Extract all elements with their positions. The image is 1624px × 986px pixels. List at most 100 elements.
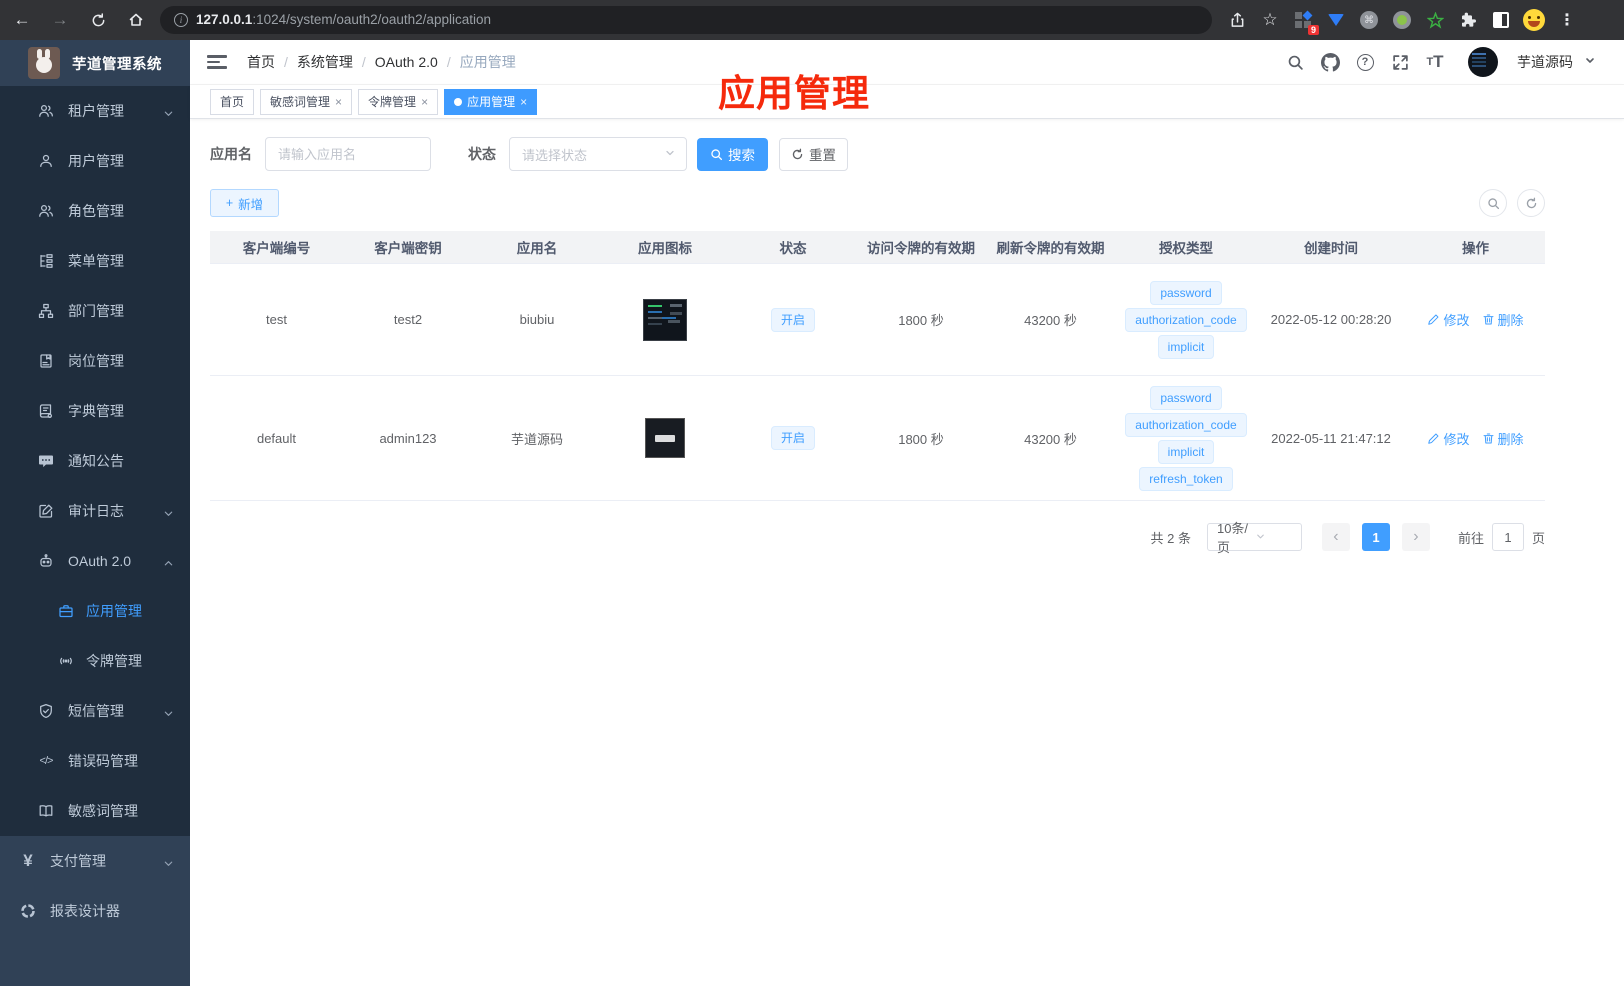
- reset-button[interactable]: 重置: [779, 137, 848, 171]
- font-size-icon[interactable]: TT: [1423, 50, 1447, 74]
- cell-grant-types: password authorization_code implicit ref…: [1116, 385, 1256, 491]
- table-header-row: 客户端编号 客户端密钥 应用名 应用图标 状态 访问令牌的有效期 刷新令牌的有效…: [210, 231, 1545, 264]
- sidebar-item-pay[interactable]: ¥ 支付管理: [0, 836, 190, 886]
- sidebar-item-notice[interactable]: 通知公告: [0, 436, 190, 486]
- breadcrumb-home[interactable]: 首页: [247, 52, 275, 72]
- sidebar-item-menu[interactable]: 菜单管理: [0, 236, 190, 286]
- sidebar-item-dict[interactable]: 字典管理: [0, 386, 190, 436]
- sidebar-item-role[interactable]: 角色管理: [0, 186, 190, 236]
- sidebar-item-label: 用户管理: [68, 153, 124, 169]
- sidebar-item-user[interactable]: 用户管理: [0, 136, 190, 186]
- address-bar[interactable]: i 127.0.0.1:1024/system/oauth2/oauth2/ap…: [160, 6, 1212, 34]
- extension-with-badge-icon[interactable]: 9: [1290, 7, 1319, 35]
- chevron-down-icon: [1255, 530, 1294, 545]
- sidebar-item-oauth2-application[interactable]: 应用管理: [0, 586, 190, 636]
- green-star-extension-icon[interactable]: [1422, 7, 1448, 33]
- search-icon[interactable]: [1283, 50, 1307, 74]
- add-button[interactable]: + 新增: [210, 189, 279, 217]
- breadcrumb: 首页 / 系统管理 / OAuth 2.0/ 应用管理: [247, 52, 516, 72]
- sidebar-item-report-designer[interactable]: 报表设计器: [0, 886, 190, 936]
- delete-button[interactable]: 删除: [1482, 310, 1524, 329]
- collapse-sidebar-icon[interactable]: [207, 55, 227, 69]
- book-icon: [38, 403, 54, 419]
- extensions-puzzle-icon[interactable]: [1455, 7, 1481, 33]
- sidebar-item-label: 审计日志: [68, 503, 124, 519]
- badge-icon: [38, 353, 54, 369]
- browser-reload-button[interactable]: [84, 6, 112, 34]
- signal-icon: [58, 653, 74, 669]
- help-icon[interactable]: ?: [1353, 50, 1377, 74]
- sidebar-item-oauth2[interactable]: OAuth 2.0: [0, 536, 190, 586]
- cell-app-icon: [601, 418, 729, 458]
- user-avatar[interactable]: [1468, 47, 1498, 77]
- cell-refresh-ttl: 43200 秒: [1024, 313, 1077, 328]
- sidebar-item-label: OAuth 2.0: [68, 553, 132, 569]
- table-row: default admin123 芋道源码 开启 1800 秒 43200 秒 …: [210, 376, 1545, 501]
- status-badge: 开启: [770, 426, 815, 450]
- tab-sensitive-word[interactable]: 敏感词管理 ×: [260, 88, 353, 115]
- table-toolbar: + 新增: [210, 189, 1545, 217]
- open-book-icon: [38, 803, 54, 819]
- browser-home-button[interactable]: [122, 6, 150, 34]
- grant-tag: password: [1150, 280, 1222, 305]
- sidebar-item-sms[interactable]: 短信管理: [0, 686, 190, 736]
- site-info-icon[interactable]: i: [174, 13, 188, 27]
- page-size-select[interactable]: 10条/页: [1206, 521, 1302, 555]
- breadcrumb-oauth[interactable]: OAuth 2.0: [375, 54, 438, 70]
- app-name-input[interactable]: [265, 137, 431, 171]
- close-icon[interactable]: ×: [520, 95, 527, 109]
- applications-table: 客户端编号 客户端密钥 应用名 应用图标 状态 访问令牌的有效期 刷新令牌的有效…: [210, 231, 1545, 501]
- cell-app-name: biubiu: [519, 312, 555, 327]
- prev-page-button[interactable]: ‹: [1321, 523, 1350, 551]
- bookmark-star-icon[interactable]: ☆: [1257, 7, 1283, 33]
- recorder-extension-icon[interactable]: [1389, 7, 1415, 33]
- sidebar-item-label: 支付管理: [50, 853, 106, 869]
- chevron-down-icon: [163, 706, 174, 722]
- user-name[interactable]: 芋道源码: [1517, 52, 1573, 72]
- command-extension-icon[interactable]: ⌘: [1356, 7, 1382, 33]
- next-page-button[interactable]: ›: [1401, 523, 1430, 551]
- refresh-icon[interactable]: [1517, 189, 1545, 217]
- message-icon: [38, 453, 54, 469]
- profile-avatar-icon[interactable]: [1521, 7, 1547, 33]
- tree-list-icon: [38, 253, 54, 269]
- search-button[interactable]: 搜索: [697, 137, 768, 171]
- sidebar-item-sensitive-word[interactable]: 敏感词管理: [0, 786, 190, 836]
- gem-extension-icon[interactable]: [1323, 7, 1349, 33]
- col-app-name: 应用名: [516, 241, 558, 256]
- sidebar-item-tenant[interactable]: 租户管理: [0, 86, 190, 136]
- split-view-icon[interactable]: [1488, 7, 1514, 33]
- grant-tag: implicit: [1157, 334, 1215, 359]
- sidebar-item-post[interactable]: 岗位管理: [0, 336, 190, 386]
- chevron-down-icon: [163, 106, 174, 122]
- share-icon[interactable]: [1224, 7, 1250, 33]
- status-select[interactable]: 请选择状态: [509, 137, 687, 171]
- tab-token[interactable]: 令牌管理 ×: [358, 88, 439, 115]
- cell-client-id: default: [256, 430, 297, 446]
- caret-down-icon[interactable]: [1584, 53, 1596, 71]
- goto-page-input[interactable]: [1491, 523, 1524, 551]
- status-label: 状态: [468, 146, 496, 162]
- sidebar-item-oauth2-token[interactable]: 令牌管理: [0, 636, 190, 686]
- github-icon[interactable]: [1318, 50, 1342, 74]
- col-created: 创建时间: [1304, 241, 1358, 256]
- page-1-button[interactable]: 1: [1361, 523, 1390, 551]
- close-icon[interactable]: ×: [421, 95, 428, 109]
- breadcrumb-system[interactable]: 系统管理: [297, 52, 353, 72]
- browser-forward-button[interactable]: →: [46, 6, 74, 34]
- browser-menu-icon[interactable]: ⋮: [1554, 7, 1580, 33]
- sidebar-item-dept[interactable]: 部门管理: [0, 286, 190, 336]
- close-icon[interactable]: ×: [335, 95, 342, 109]
- fullscreen-icon[interactable]: [1388, 50, 1412, 74]
- sidebar-item-audit-log[interactable]: 审计日志: [0, 486, 190, 536]
- app-logo[interactable]: 芋道管理系统: [0, 40, 190, 86]
- delete-button[interactable]: 删除: [1482, 429, 1524, 448]
- edit-button[interactable]: 修改: [1427, 310, 1470, 329]
- tab-application[interactable]: 应用管理 ×: [444, 88, 538, 115]
- browser-back-button[interactable]: ←: [8, 6, 36, 34]
- tab-home[interactable]: 首页: [210, 88, 255, 115]
- edit-button[interactable]: 修改: [1427, 429, 1470, 448]
- grant-tag: refresh_token: [1139, 466, 1233, 491]
- toggle-search-icon[interactable]: [1479, 189, 1507, 217]
- sidebar-item-errcode[interactable]: </> 错误码管理: [0, 736, 190, 786]
